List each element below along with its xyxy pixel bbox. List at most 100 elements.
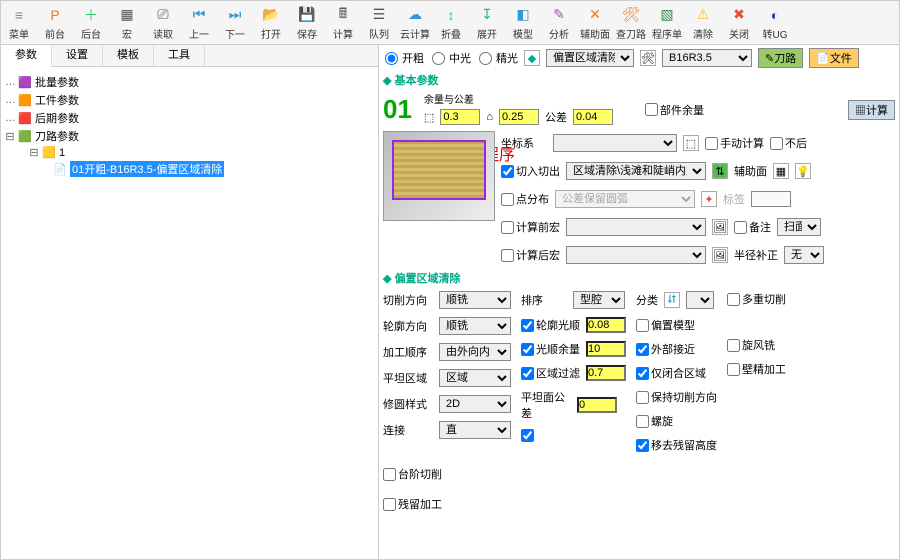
cb-pzmx[interactable]: 偏置模型 [636,317,695,333]
cb-smooth[interactable]: 轮廓光顺 [521,317,580,333]
cb-yqcg[interactable]: 移去残留高度 [636,437,717,453]
tb-菜单[interactable]: ≡菜单 [1,1,37,44]
cb-note[interactable]: 备注 [734,219,771,235]
profdir-select[interactable]: 顺铣 [439,317,511,335]
idea-icon[interactable]: 💡 [795,163,811,179]
cb-postmacro[interactable]: 计算后宏 [501,247,560,263]
cb-cljg[interactable]: 残留加工 [383,496,442,512]
cb-xjg[interactable] [521,429,536,442]
leadin-select[interactable]: 区域清除\浅滩和陡峭内定 [566,162,706,180]
flat-select[interactable]: 区域 [439,369,511,387]
label: 排序 [521,292,567,308]
order-select[interactable]: 由外向内 [439,343,511,361]
tb-程序单[interactable]: ▧程序单 [649,1,685,44]
premacro-select[interactable] [566,218,706,236]
tab-tools[interactable]: 工具 [154,45,205,66]
tb-模型[interactable]: ◧模型 [505,1,541,44]
label: 辅助面 [734,163,767,179]
tb-宏[interactable]: ▦宏 [109,1,145,44]
tolerance-input[interactable] [573,109,613,125]
tree-node[interactable]: …🟥后期参数 [5,109,374,127]
cb-xf[interactable]: 旋风铣 [727,337,775,353]
file-button[interactable]: 📄文件 [809,48,859,68]
tb-后台[interactable]: ＋后台 [73,1,109,44]
tree-node[interactable]: …🟧工件参数 [5,91,374,109]
calc-btn[interactable]: ▦计算 [848,100,895,120]
cb-gsye[interactable]: 光顺余量 [521,341,580,357]
tb-云计算[interactable]: ☁云计算 [397,1,433,44]
cb-dc[interactable]: 多重切削 [727,291,786,307]
class-select[interactable] [686,291,714,309]
tb-折叠[interactable]: ↕折叠 [433,1,469,44]
toolbar-icon: ▦ [117,5,137,25]
tb-读取[interactable]: ⎚读取 [145,1,181,44]
tree-node-selected[interactable]: 📄01开粗-B16R3.5-偏置区域清除 [5,160,374,178]
tb-保存[interactable]: 💾保存 [289,1,325,44]
toolpath-button[interactable]: ✎刀路 [758,48,803,68]
cb-qygl[interactable]: 区域过滤 [521,365,580,381]
tb-计算[interactable]: 🖩计算 [325,1,361,44]
tree-node[interactable]: …🟪批量参数 [5,73,374,91]
cb-tjqx[interactable]: 台阶切削 [383,466,442,482]
gsye-input[interactable] [586,341,626,357]
ptgc-input[interactable] [577,397,617,413]
tree-node[interactable]: ⊟🟩刀路参数 [5,127,374,145]
tab-settings[interactable]: 设置 [52,45,103,66]
label: 余量与公差 [424,91,613,106]
tb-打开[interactable]: 📂打开 [253,1,289,44]
cb-lx[interactable]: 螺旋 [636,413,673,429]
toolbar-icon: ↧ [477,5,497,25]
cb-leadin[interactable]: 切入切出 [501,163,560,179]
allowance1-input[interactable] [440,109,480,125]
pick-icon[interactable]: ⬚ [683,135,699,151]
cutdir-select[interactable]: 顺铣 [439,291,511,309]
radio-rough[interactable]: 开粗 [383,50,424,66]
img-icon2[interactable]: 🖼 [712,247,728,263]
cb-bjjg[interactable]: 壁精加工 [727,361,786,377]
cb-nobh[interactable]: 不后 [770,135,807,151]
cb-premacro[interactable]: 计算前宏 [501,219,560,235]
tb-辅助面[interactable]: ✕辅助面 [577,1,613,44]
tool-select[interactable]: B16R3.5 [662,49,752,67]
link-select[interactable]: 直 [439,421,511,439]
color-icon[interactable]: ✦ [701,191,717,207]
tb-分析[interactable]: ✎分析 [541,1,577,44]
tb-转UG[interactable]: ◐转UG [757,1,793,44]
apply-icon[interactable]: ⇅ [712,163,728,179]
tb-清除[interactable]: ⚠清除 [685,1,721,44]
tab-template[interactable]: 模板 [103,45,154,66]
smooth-input[interactable] [586,317,626,333]
cb-bcqxfx[interactable]: 保持切削方向 [636,389,717,405]
cb-part-allow[interactable]: 部件余量 [645,102,704,118]
tb-查刀路[interactable]: 🛠查刀路 [613,1,649,44]
qygl-input[interactable] [586,365,626,381]
toolbar-icon: ☁ [405,5,425,25]
coord-select[interactable] [553,134,677,152]
postmacro-select[interactable] [566,246,706,264]
tb-上一[interactable]: ⏮上一 [181,1,217,44]
tb-关闭[interactable]: ✖关闭 [721,1,757,44]
tb-前台[interactable]: P前台 [37,1,73,44]
cb-wbjj[interactable]: 外部接近 [636,341,695,357]
sort-select[interactable]: 型腔 [573,291,625,309]
class-icon[interactable]: ⮃ [664,292,680,308]
aux-icon[interactable]: ▦ [773,163,789,179]
tab-params[interactable]: 参数 [1,45,52,67]
toolbar-label: 读取 [153,26,173,41]
tb-下一[interactable]: ⏭下一 [217,1,253,44]
strategy-select[interactable]: 偏置区域清除 [546,49,634,67]
cb-jbhqy[interactable]: 仅闭合区域 [636,365,706,381]
tb-队列[interactable]: ☰队列 [361,1,397,44]
tb-展开[interactable]: ↧展开 [469,1,505,44]
radio-semi[interactable]: 中光 [430,50,471,66]
round-select[interactable]: 2D [439,395,511,413]
allowance2-input[interactable] [499,109,539,125]
cb-ptdist[interactable]: 点分布 [501,191,549,207]
img-icon[interactable]: 🖼 [712,219,728,235]
radcmp-select[interactable]: 无 [784,246,824,264]
radio-finish[interactable]: 精光 [477,50,518,66]
tree-node[interactable]: ⊟🟨1 [5,145,374,160]
toolbar-icon: ✕ [585,5,605,25]
note-select[interactable]: 扫面 [777,218,821,236]
cb-manual[interactable]: 手动计算 [705,135,764,151]
